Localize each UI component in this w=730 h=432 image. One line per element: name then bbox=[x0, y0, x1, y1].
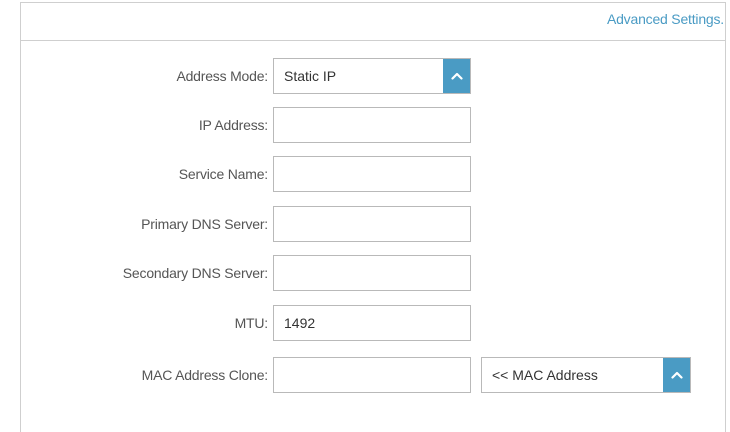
ip-address-label: IP Address: bbox=[198, 117, 268, 133]
service-name-label: Service Name: bbox=[178, 166, 268, 182]
chevron-up-icon[interactable] bbox=[443, 59, 470, 93]
mtu-field[interactable] bbox=[273, 305, 471, 341]
header-divider bbox=[20, 40, 726, 41]
mac-address-select-value: << MAC Address bbox=[492, 367, 598, 383]
ip-address-field[interactable] bbox=[273, 107, 471, 143]
service-name-field[interactable] bbox=[273, 156, 471, 192]
secondary-dns-label: Secondary DNS Server: bbox=[122, 265, 268, 281]
secondary-dns-field[interactable] bbox=[273, 255, 471, 291]
chevron-up-icon[interactable] bbox=[663, 358, 690, 392]
ip-address-row: IP Address: bbox=[0, 107, 730, 143]
mac-clone-field[interactable] bbox=[273, 357, 471, 393]
address-mode-row: Address Mode: Static IP bbox=[0, 58, 730, 94]
service-name-row: Service Name: bbox=[0, 156, 730, 192]
primary-dns-row: Primary DNS Server: bbox=[0, 206, 730, 242]
primary-dns-label: Primary DNS Server: bbox=[141, 216, 268, 232]
primary-dns-field[interactable] bbox=[273, 206, 471, 242]
address-mode-value: Static IP bbox=[284, 68, 337, 84]
mtu-label: MTU: bbox=[234, 315, 269, 331]
secondary-dns-row: Secondary DNS Server: bbox=[0, 255, 730, 291]
advanced-settings-link[interactable]: Advanced Settings. bbox=[607, 11, 724, 27]
mac-address-select[interactable]: << MAC Address bbox=[481, 357, 691, 393]
mac-clone-row: MAC Address Clone: << MAC Address bbox=[0, 357, 730, 393]
mtu-row: MTU: bbox=[0, 305, 730, 341]
mac-clone-label: MAC Address Clone: bbox=[141, 367, 269, 383]
address-mode-label: Address Mode: bbox=[176, 68, 268, 84]
address-mode-select[interactable]: Static IP bbox=[273, 58, 471, 94]
